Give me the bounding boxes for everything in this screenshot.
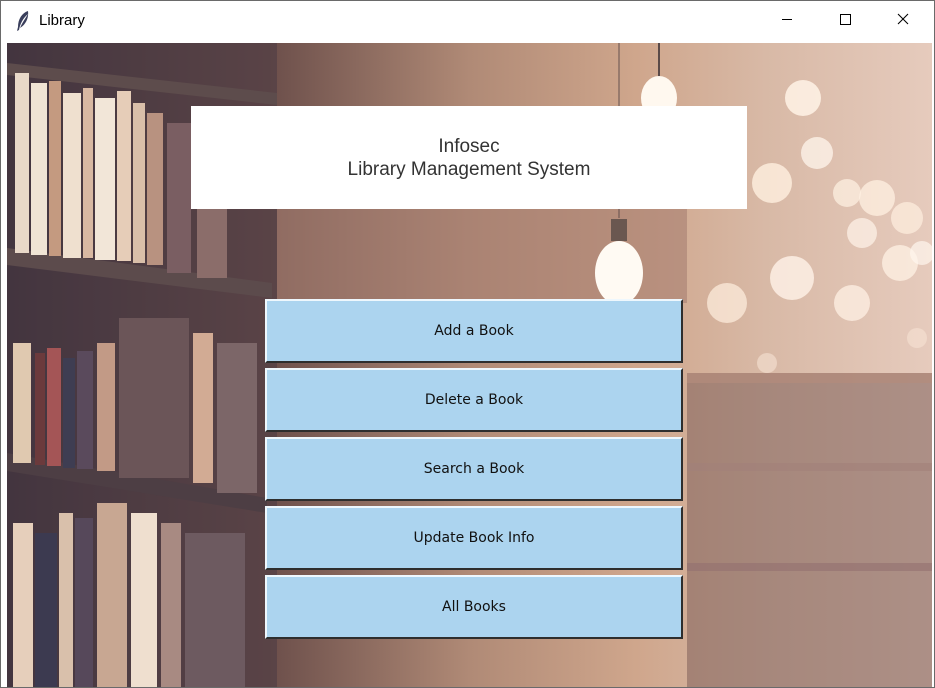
title-bar[interactable]: Library <box>1 1 934 41</box>
maximize-button[interactable] <box>816 1 874 41</box>
heading-org-name: Infosec <box>438 135 500 157</box>
maximize-icon <box>839 12 851 30</box>
minimize-icon <box>781 12 793 30</box>
app-window: Library Infosec Library Management Syste… <box>0 0 935 688</box>
close-button[interactable] <box>874 1 932 41</box>
minimize-button[interactable] <box>758 1 816 41</box>
update-book-info-button[interactable]: Update Book Info <box>265 506 683 570</box>
all-books-button[interactable]: All Books <box>265 575 683 639</box>
add-book-button[interactable]: Add a Book <box>265 299 683 363</box>
delete-book-button[interactable]: Delete a Book <box>265 368 683 432</box>
search-book-button[interactable]: Search a Book <box>265 437 683 501</box>
main-menu: Add a Book Delete a Book Search a Book U… <box>265 299 683 644</box>
heading-system-name: Library Management System <box>347 158 591 180</box>
feather-icon <box>15 10 31 32</box>
main-canvas: Infosec Library Management System Add a … <box>7 43 932 687</box>
close-icon <box>897 12 909 30</box>
window-title: Library <box>39 12 85 29</box>
app-heading: Infosec Library Management System <box>191 106 747 209</box>
